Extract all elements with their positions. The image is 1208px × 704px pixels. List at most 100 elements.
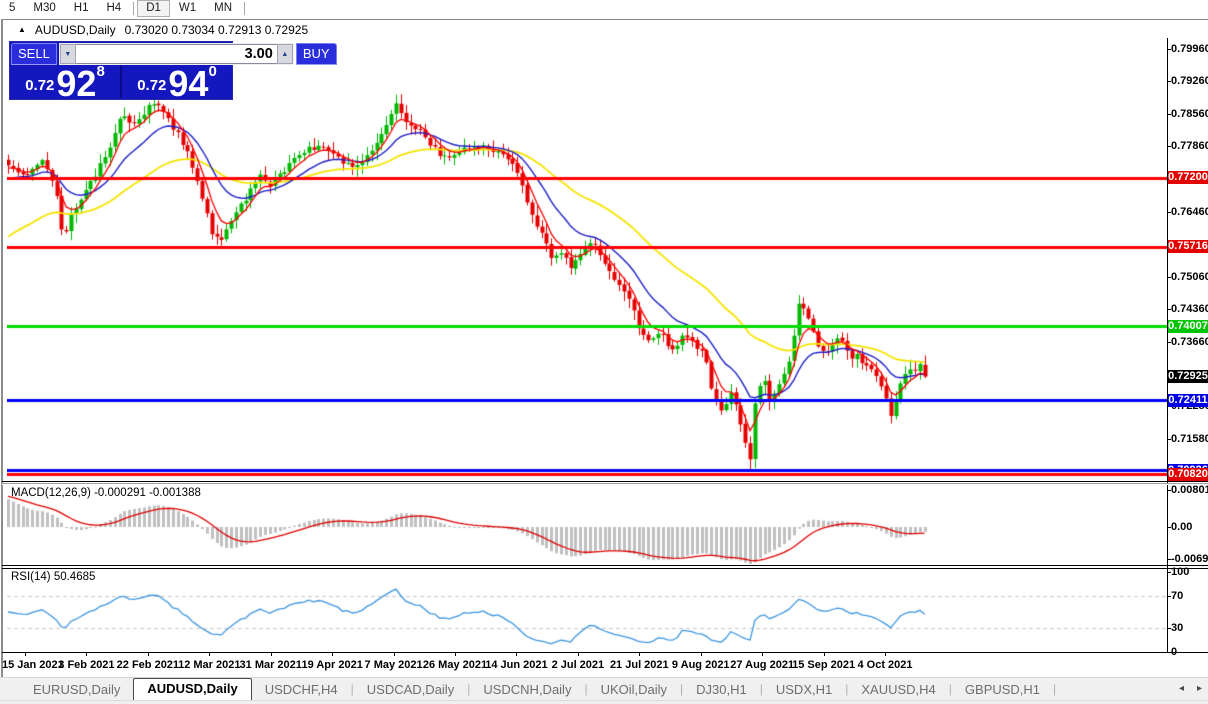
price-axis-label: 0.77860: [1171, 140, 1208, 153]
chart-tab-eurusd-daily[interactable]: EURUSD,Daily: [20, 680, 133, 700]
chart-tab-audusd-daily[interactable]: AUDUSD,Daily: [133, 678, 252, 700]
macd-axis-label: 0.008014: [1171, 483, 1208, 496]
date-tick: [639, 652, 641, 656]
volume-decrease-button[interactable]: ▼: [59, 44, 76, 64]
date-axis-label: 15 Jan 2021: [2, 659, 64, 671]
price-axis-badge: 0.72925: [1168, 370, 1208, 384]
toolbar-separator: [133, 2, 135, 15]
volume-increase-button[interactable]: ▲: [276, 44, 293, 64]
date-axis-label: 12 Mar 2021: [178, 659, 241, 671]
status-strip: [0, 700, 1208, 704]
macd-axis-label: -0.00697: [1171, 552, 1208, 565]
date-tick: [762, 652, 764, 656]
sell-button[interactable]: SELL: [11, 43, 57, 65]
price-axis-label: 0.75060: [1171, 270, 1208, 283]
panel-divider: [2, 565, 1208, 566]
date-tick: [516, 652, 518, 656]
price-axis-badge: 0.70820: [1168, 467, 1208, 481]
volume-input[interactable]: [75, 44, 277, 64]
price-axis-badge: 0.77200: [1168, 171, 1208, 185]
date-axis-label: 21 Jul 2021: [609, 659, 669, 671]
price-axis-label: 0.71580: [1171, 432, 1208, 445]
timeframe-button-mn[interactable]: MN: [205, 1, 241, 16]
application-window: 5 M30 H1 H4 D1 W1 MN ▲ AUDUSD,Daily 0.73020 0.…: [0, 0, 1208, 704]
timeframe-button-h1[interactable]: H1: [65, 1, 98, 16]
date-tick: [147, 652, 149, 656]
trade-panel-price-row: 0.72 92 8 0.72 94 0: [10, 63, 232, 104]
date-axis-label: 15 Sep 2021: [792, 659, 856, 671]
price-axis-line: [1167, 38, 1168, 652]
panel-divider: [2, 652, 1208, 653]
date-tick: [209, 652, 211, 656]
macd-axis-label: 0.00: [1171, 520, 1193, 533]
triangle-down-icon: ▼: [64, 50, 72, 58]
date-axis-label: 4 Oct 2021: [857, 659, 913, 671]
chart-tab-usdchf-h4[interactable]: USDCHF,H4: [252, 680, 351, 700]
price-axis-badge: 0.75716: [1168, 240, 1208, 254]
sell-price-prefix: 0.72: [25, 77, 55, 94]
date-tick: [700, 652, 702, 656]
chart-tab-gbpusd-h1[interactable]: GBPUSD,H1: [952, 680, 1053, 700]
sell-price-display[interactable]: 0.72 92 8: [10, 63, 120, 104]
buy-button[interactable]: BUY: [295, 43, 337, 65]
triangle-up-icon: ▲: [281, 50, 289, 58]
date-axis-label: 2 Jul 2021: [551, 659, 605, 671]
timeframe-button-w1[interactable]: W1: [170, 1, 205, 16]
rsi-axis-label: 70: [1171, 589, 1184, 602]
rsi-axis-label: 0: [1171, 645, 1178, 658]
price-axis-badge: 0.72411: [1168, 393, 1208, 407]
date-axis-label: 22 Feb 2021: [116, 659, 180, 671]
rsi-axis-label: 30: [1171, 621, 1184, 634]
panel-divider: [2, 481, 1208, 482]
date-tick: [885, 652, 887, 656]
buy-price-sup: 0: [208, 63, 217, 80]
tab-scroll-left-icon[interactable]: ◂: [1179, 683, 1184, 694]
price-axis-label: 0.76460: [1171, 205, 1208, 218]
date-tick: [455, 652, 456, 656]
price-axis-label: 0.73660: [1171, 335, 1208, 348]
chart-tab-usdcad-daily[interactable]: USDCAD,Daily: [354, 680, 467, 700]
chart-title-symbol: AUDUSD,Daily: [34, 23, 116, 37]
chart-title: ▲ AUDUSD,Daily 0.73020 0.73034 0.72913 0…: [18, 23, 308, 37]
buy-price-big: 94: [168, 63, 209, 104]
date-tick: [577, 652, 579, 656]
chart-tab-usdcnh-daily[interactable]: USDCNH,Daily: [470, 680, 584, 700]
date-axis-label: 9 Aug 2021: [671, 659, 730, 671]
rsi-axis-label: 100: [1171, 565, 1190, 578]
sell-price-sup: 8: [96, 63, 105, 80]
timeframe-button-d1[interactable]: D1: [137, 0, 170, 17]
timeframe-button-5[interactable]: 5: [0, 1, 24, 16]
one-click-trading-panel: SELL ▼ ▲ BUY 0.72928 0.72940: [9, 41, 337, 104]
panel-divider: [2, 568, 1208, 569]
sell-price-big: 92: [56, 63, 97, 104]
timeframe-button-m30[interactable]: M30: [24, 1, 64, 16]
chart-tab-ukoil-daily[interactable]: UKOil,Daily: [588, 680, 680, 700]
volume-stepper: ▼ ▲: [58, 43, 294, 65]
date-axis-label: 7 May 2021: [364, 659, 423, 671]
date-axis-label: 14 Jun 2021: [485, 659, 548, 671]
panel-divider: [2, 484, 1208, 485]
chart-tab-xauusd-h4[interactable]: XAUUSD,H4: [848, 680, 948, 700]
chart-tab-dj30-h1[interactable]: DJ30,H1: [683, 680, 760, 700]
chart-title-ohlc: 0.73020 0.73034 0.72913 0.72925: [124, 23, 309, 37]
date-axis-label: 27 Aug 2021: [730, 659, 795, 671]
date-tick: [86, 652, 88, 656]
chart-tab-bar: EURUSD,Daily AUDUSD,Daily USDCHF,H4 | USDCAD…: [0, 677, 1208, 700]
rsi-canvas[interactable]: [7, 570, 1167, 652]
buy-price-prefix: 0.72: [137, 77, 167, 94]
chart-tab-usdx-h1[interactable]: USDX,H1: [763, 680, 845, 700]
macd-label: MACD(12,26,9) -0.000291 -0.001388: [11, 487, 201, 499]
date-tick: [332, 652, 334, 656]
buy-price-display[interactable]: 0.72 94 0: [122, 63, 232, 104]
timeframe-toolbar: 5 M30 H1 H4 D1 W1 MN: [0, 0, 1208, 17]
price-axis-label: 0.78560: [1171, 107, 1208, 120]
trade-panel-top-row: SELL ▼ ▲ BUY: [10, 42, 337, 65]
date-tick: [270, 652, 272, 656]
toolbar-separator: [244, 2, 246, 15]
date-tick: [823, 652, 825, 656]
tab-scroll-right-icon[interactable]: ▸: [1197, 683, 1202, 694]
symbol-marker-icon: ▲: [18, 24, 26, 34]
main-chart-canvas[interactable]: [7, 38, 1167, 482]
timeframe-button-h4[interactable]: H4: [97, 1, 130, 16]
date-axis-label: 26 May 2021: [422, 659, 488, 671]
